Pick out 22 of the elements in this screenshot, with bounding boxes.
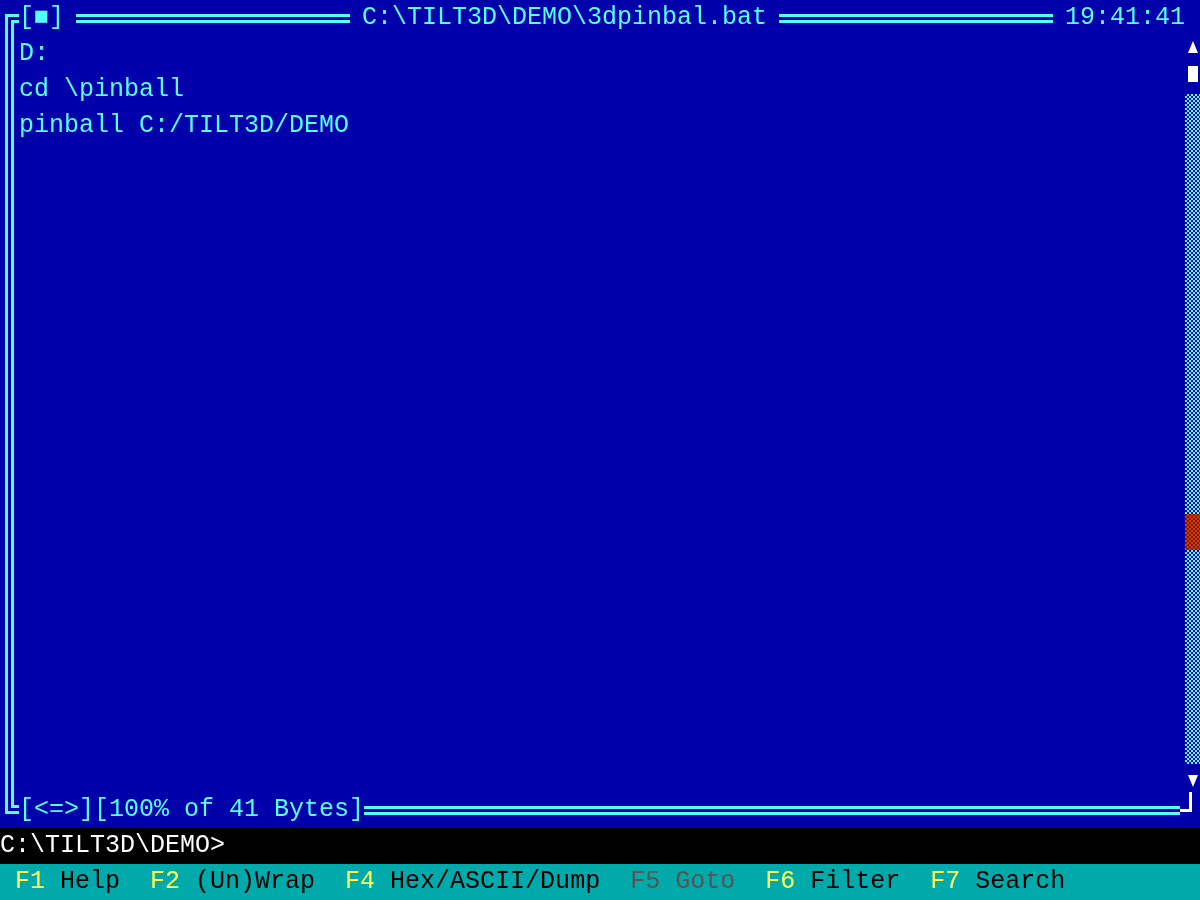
wrap-indicator: [<=>]	[19, 794, 94, 826]
command-prompt: C:\TILT3D\DEMO>	[0, 831, 226, 860]
scrollbar-track[interactable]	[1185, 94, 1200, 764]
file-position-status: [100% of 41 Bytes]	[94, 794, 365, 826]
function-key-button[interactable]: F1 Help	[15, 864, 121, 900]
function-key-button[interactable]: F6 Filter	[765, 864, 901, 900]
resize-corner[interactable]	[1180, 792, 1192, 812]
scroll-down-icon[interactable]	[1186, 774, 1199, 788]
frame-corner	[5, 792, 19, 814]
scroll-position-marker	[1185, 514, 1200, 550]
clock: 19:41:41	[1064, 2, 1185, 34]
file-line: cd \pinball	[19, 74, 186, 106]
window-title: C:\TILT3D\DEMO\3dpinbal.bat	[361, 2, 768, 34]
close-box[interactable]: [■]	[19, 0, 64, 36]
scroll-up-icon[interactable]	[1186, 40, 1199, 54]
file-line: pinball C:/TILT3D/DEMO	[19, 110, 351, 142]
scroll-thumb[interactable]	[1187, 66, 1198, 82]
function-key-button[interactable]: F2 (Un)Wrap	[150, 864, 316, 900]
file-line: D:	[19, 38, 50, 70]
function-key-button[interactable]: F4 Hex/ASCII/Dump	[345, 864, 601, 900]
frame-corner	[5, 14, 19, 36]
function-key-button[interactable]: F7 Search	[930, 864, 1066, 900]
